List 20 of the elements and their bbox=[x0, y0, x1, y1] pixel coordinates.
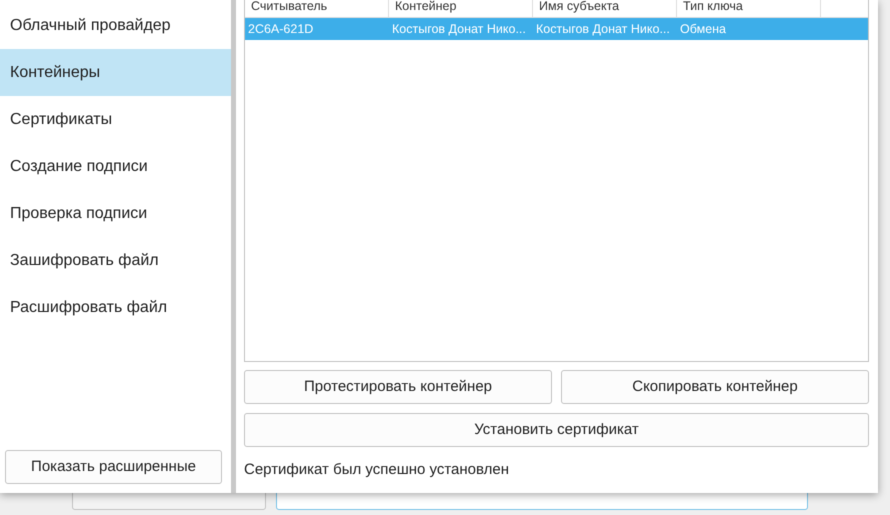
column-header[interactable]: Имя субъекта bbox=[533, 0, 677, 17]
show-advanced-button[interactable]: Показать расширенные bbox=[5, 450, 222, 484]
install-certificate-button[interactable]: Установить сертификат bbox=[244, 413, 869, 447]
sidebar-item[interactable]: Проверка подписи bbox=[0, 190, 231, 237]
sidebar-item[interactable]: Сертификаты bbox=[0, 96, 231, 143]
sidebar-item[interactable]: Создание подписи bbox=[0, 143, 231, 190]
column-header[interactable]: Считыватель bbox=[245, 0, 389, 17]
table-cell: Обмена bbox=[680, 22, 726, 36]
sidebar-item[interactable]: Расшифровать файл bbox=[0, 284, 231, 331]
table-cell: Костыгов Донат Нико... bbox=[536, 22, 670, 36]
table-cell: 2C6A-621D bbox=[248, 22, 314, 36]
sidebar-item[interactable]: Зашифровать файл bbox=[0, 237, 231, 284]
copy-container-button[interactable]: Скопировать контейнер bbox=[561, 370, 869, 404]
sidebar-item[interactable]: Облачный провайдер bbox=[0, 2, 231, 49]
test-container-button[interactable]: Протестировать контейнер bbox=[244, 370, 552, 404]
status-text: Сертификат был успешно установлен bbox=[244, 460, 510, 480]
table-cell: Костыгов Донат Нико... bbox=[392, 22, 526, 36]
column-header[interactable]: Контейнер bbox=[389, 0, 533, 17]
column-header[interactable]: Тип ключа bbox=[677, 0, 821, 17]
sidebar-item[interactable]: Контейнеры bbox=[0, 49, 231, 96]
